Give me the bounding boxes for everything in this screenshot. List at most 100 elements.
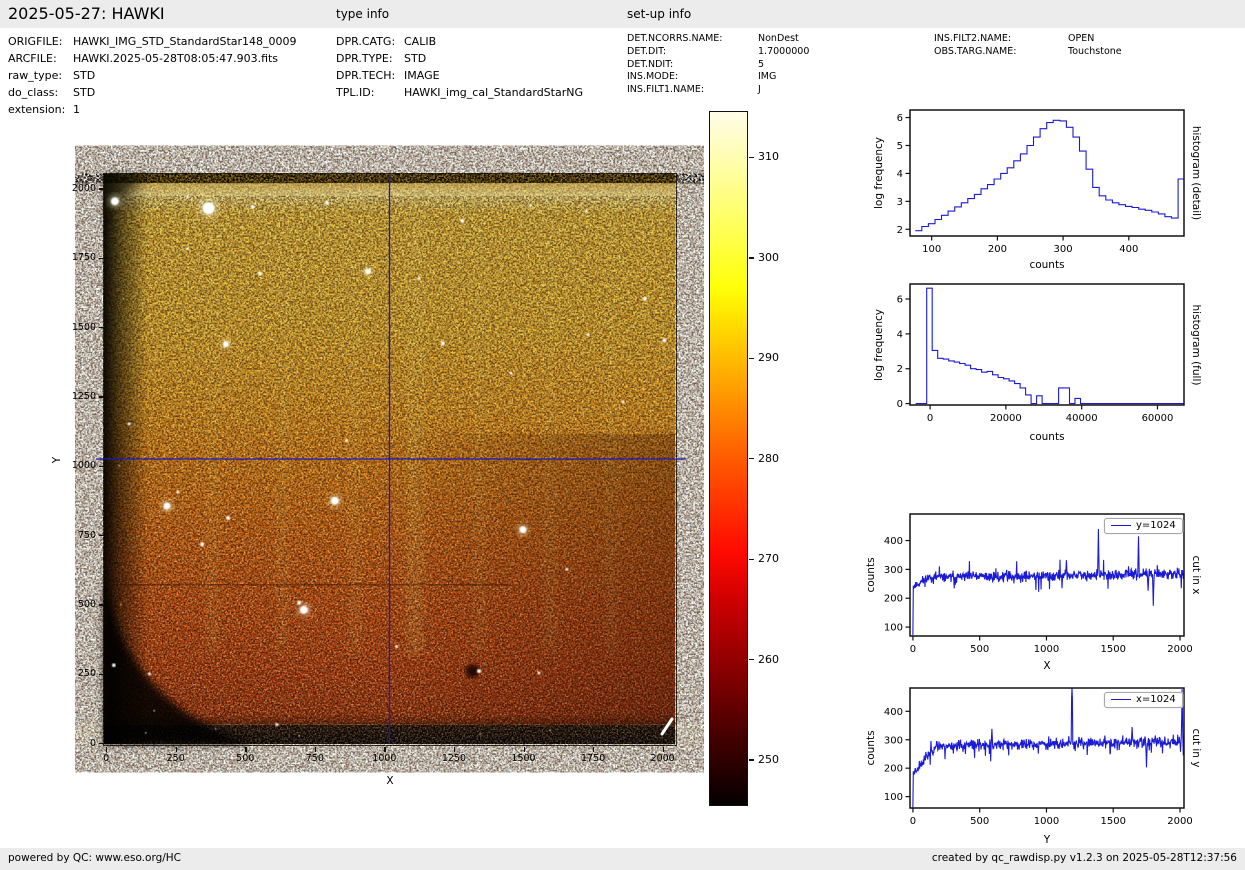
x-tick-label: 1000 xyxy=(1034,644,1059,655)
info-row: DPR.TYPE: STD xyxy=(336,50,583,67)
footer-created-by: created by qc_rawdisp.py v1.2.3 on 2025-… xyxy=(931,852,1237,864)
info-row: DPR.CATG: CALIB xyxy=(336,33,583,50)
info-label: extension: xyxy=(8,103,66,116)
y-tick-mark xyxy=(99,326,104,329)
y-tick-label: 2 xyxy=(897,364,903,375)
x-tick-label: 1250 xyxy=(441,753,467,764)
colorbar-tick-mark xyxy=(748,156,754,159)
x-tick-mark xyxy=(384,747,386,752)
x-tick-mark xyxy=(453,747,456,752)
colorbar-tick-label: 280 xyxy=(758,451,779,465)
x-tick-mark xyxy=(662,747,664,752)
info-value: 1.7000000 xyxy=(758,45,810,57)
x-tick-mark xyxy=(106,747,108,752)
y-tick-label: 1500 xyxy=(71,321,96,333)
y-tick-label: 6 xyxy=(897,294,903,305)
panel-histogram-full-: 0 20000 40000 60000 0 2 4 6 xyxy=(897,283,1185,424)
y-tick-label: 100 xyxy=(884,623,903,634)
x-tick-label: 0 xyxy=(910,816,916,827)
setup-info-heading: set-up info xyxy=(627,7,692,21)
y-tick-label: 1750 xyxy=(71,252,96,264)
info-row: DET.NDIT: 5 xyxy=(627,59,809,72)
main-yaxis-label: Y xyxy=(51,456,63,464)
info-value: NonDest xyxy=(758,33,799,44)
info-row: TPL.ID: HAWKI_img_cal_StandardStarNG xyxy=(336,84,583,101)
y-tick-label: 2000 xyxy=(71,182,96,194)
y-tick-mark xyxy=(99,257,104,259)
info-value: IMAGE xyxy=(404,69,440,82)
legend-line-sample xyxy=(1111,699,1131,700)
y-tick-label: 4 xyxy=(897,329,903,340)
y-tick-label: 3 xyxy=(897,197,903,208)
y-tick-label: 5 xyxy=(897,141,903,152)
y-tick-mark xyxy=(99,673,104,675)
info-label: INS.FILT1.NAME: xyxy=(627,84,705,96)
series-line xyxy=(915,287,1184,405)
x-tick-label: 300 xyxy=(1054,244,1073,255)
x-tick-label: 1750 xyxy=(580,753,606,764)
info-row: do_class: STD xyxy=(8,84,297,101)
x-tick-label: 500 xyxy=(970,644,989,655)
y-tick-mark xyxy=(99,534,104,537)
y-tick-label: 6 xyxy=(897,113,903,124)
info-value: HAWKI_img_cal_StandardStarNG xyxy=(404,86,583,99)
y-tick-label: 200 xyxy=(884,764,903,775)
plot-frame xyxy=(909,283,1185,406)
colorbar-tick-label: 310 xyxy=(758,150,779,164)
info-row: DET.DIT: 1.7000000 xyxy=(627,46,809,59)
info-value: STD xyxy=(73,86,96,99)
info-row: INS.MODE: IMG xyxy=(627,71,809,84)
x-tick-label: 1500 xyxy=(511,753,536,764)
info-label: ORIGFILE: xyxy=(8,35,63,48)
info-label: ARCFILE: xyxy=(8,52,57,65)
y-tick-mark xyxy=(99,465,104,467)
x-tick-label: 20000 xyxy=(990,413,1022,424)
y-tick-label: 250 xyxy=(77,668,96,680)
x-tick-label: 2000 xyxy=(1167,816,1192,827)
x-tick-label: 500 xyxy=(236,753,255,764)
y-tick-label: 1000 xyxy=(71,460,96,472)
y-tick-label: 2 xyxy=(897,225,903,236)
tick-marks: 0 500 1000 1500 2000 100 200 300 400 xyxy=(884,536,1193,655)
info-row: ORIGFILE: HAWKI_IMG_STD_StandardStar148_0… xyxy=(8,33,297,50)
page-title: 2025-05-27: HAWKI xyxy=(8,4,165,23)
y-tick-label: 300 xyxy=(884,565,903,576)
info-value: OPEN xyxy=(1068,33,1095,44)
info-label: DPR.TECH: xyxy=(336,69,396,82)
colorbar-tick-mark xyxy=(748,759,754,761)
plot-data xyxy=(915,119,1184,232)
info-row: raw_type: STD xyxy=(8,67,297,84)
main-xaxis-label: X xyxy=(386,775,394,787)
info-row: OBS.TARG.NAME: Touchstone xyxy=(934,46,1122,59)
info-label: OBS.TARG.NAME: xyxy=(934,45,1017,57)
x-tick-mark xyxy=(523,747,525,752)
y-tick-label: 1250 xyxy=(71,390,96,402)
info-value: STD xyxy=(73,69,96,82)
tick-marks: 100 200 300 400 2 3 4 5 6 xyxy=(897,113,1139,255)
x-tick-label: 250 xyxy=(166,753,185,764)
y-tick-label: 0 xyxy=(897,399,903,410)
x-tick-label: 60000 xyxy=(1142,413,1174,424)
colorbar-tick-mark xyxy=(748,357,754,359)
x-tick-label: 2000 xyxy=(1167,644,1192,655)
footer-powered-by: powered by QC: www.eso.org/HC xyxy=(8,852,182,864)
info-label: DPR.CATG: xyxy=(336,35,396,48)
info-value: J xyxy=(758,84,761,96)
x-tick-label: 1500 xyxy=(1101,644,1126,655)
y-tick-label: 300 xyxy=(884,735,903,746)
colorbar-tick-label: 270 xyxy=(758,552,779,566)
info-row: INS.FILT2.NAME: OPEN xyxy=(934,33,1122,46)
x-tick-label: 2000 xyxy=(650,753,675,764)
colorbar-tick-label: 300 xyxy=(758,250,779,264)
colorbar-tick-mark xyxy=(748,558,754,560)
y-tick-label: 100 xyxy=(884,792,903,803)
plot-data xyxy=(912,528,1184,636)
x-tick-mark xyxy=(245,747,247,752)
y-tick-mark xyxy=(99,188,104,190)
colorbar-tick-label: 250 xyxy=(758,753,779,766)
y-tick-label: 750 xyxy=(77,529,96,541)
colorbar-tick-label: 290 xyxy=(758,351,779,365)
x-tick-label: 1500 xyxy=(1101,816,1126,827)
detector-image xyxy=(96,174,686,744)
x-tick-label: 0 xyxy=(927,413,933,424)
